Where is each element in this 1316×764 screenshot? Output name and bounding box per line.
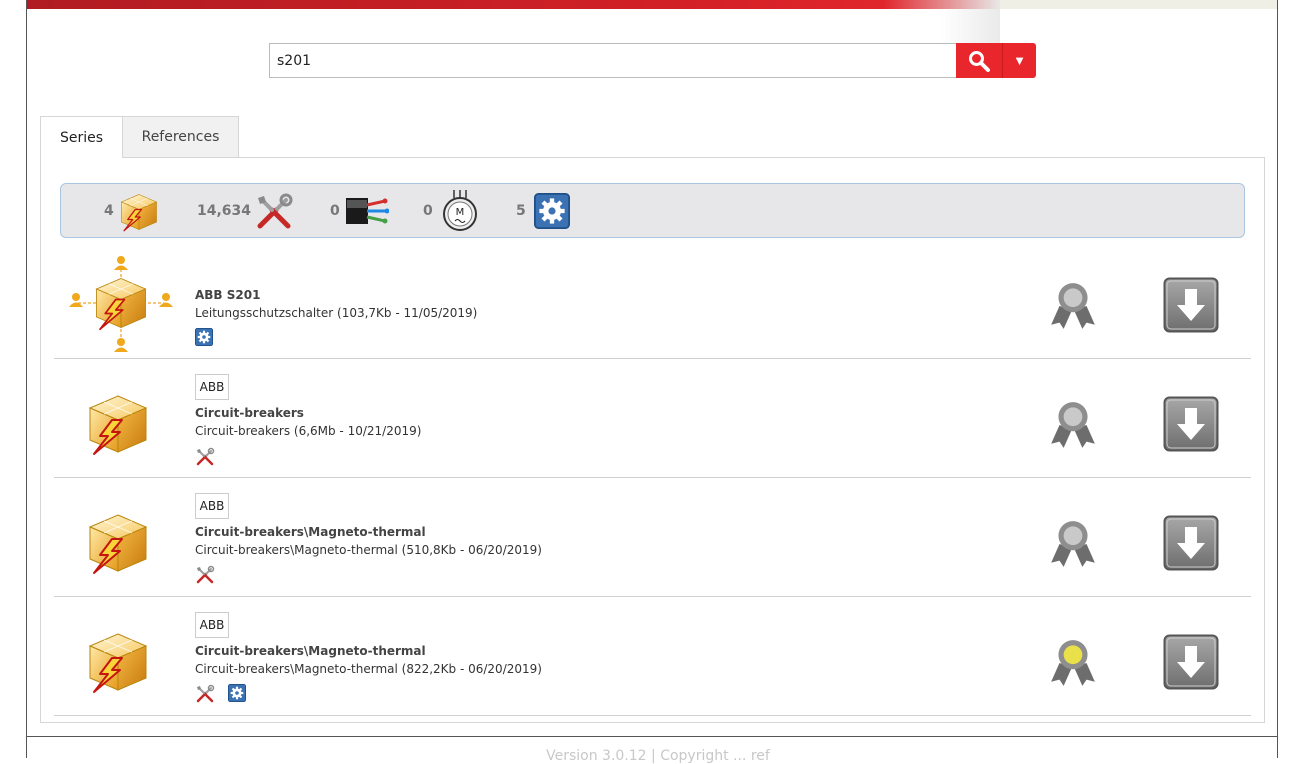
result-subtitle: Leitungsschutzschalter (103,7Kb - 11/05/…: [195, 306, 478, 320]
config-gear-icon[interactable]: [228, 684, 246, 702]
tools-icon[interactable]: [195, 565, 215, 585]
vendor-badge: ABB: [195, 374, 229, 400]
series-count: 4: [104, 203, 114, 219]
result-title[interactable]: ABB S201: [195, 288, 260, 302]
series-cube-icon[interactable]: [119, 192, 159, 232]
cable-icon[interactable]: [345, 195, 389, 227]
row-divider: [54, 358, 1251, 359]
config-count: 5: [516, 203, 526, 219]
award-icon[interactable]: [1047, 279, 1099, 331]
motor-count: 0: [423, 203, 433, 219]
award-icon[interactable]: [1047, 517, 1099, 569]
config-gear-icon[interactable]: [195, 328, 213, 346]
frame-right-border: [1277, 0, 1278, 758]
config-gear-icon[interactable]: [534, 193, 570, 229]
series-cube-hub-icon: [69, 256, 173, 352]
series-cube-icon: [86, 630, 150, 694]
result-subtitle: Circuit-breakers\Magneto-thermal (822,2K…: [195, 662, 542, 676]
tab-series[interactable]: Series: [40, 116, 123, 158]
search-button[interactable]: [956, 43, 1002, 78]
search-options-button[interactable]: ▼: [1002, 43, 1036, 78]
download-button[interactable]: [1163, 396, 1219, 452]
footer-divider: [27, 736, 1278, 737]
frame-left-border: [26, 0, 27, 758]
cable-count: 0: [330, 203, 340, 219]
award-gold-icon[interactable]: [1047, 636, 1099, 688]
result-subtitle: Circuit-breakers (6,6Mb - 10/21/2019): [195, 424, 422, 438]
tools-icon[interactable]: [195, 447, 215, 467]
award-icon[interactable]: [1047, 398, 1099, 450]
result-title[interactable]: Circuit-breakers\Magneto-thermal: [195, 644, 426, 658]
tab-series-label: Series: [59, 129, 104, 146]
caret-down-icon: ▼: [1013, 53, 1026, 68]
tools-icon[interactable]: [195, 684, 215, 704]
vendor-badge: ABB: [195, 612, 229, 638]
row-divider: [54, 477, 1251, 478]
header-right-strip: [1000, 0, 1277, 9]
row-divider: [54, 715, 1251, 716]
motor-icon[interactable]: M: [441, 188, 479, 232]
tools-icon[interactable]: [254, 192, 294, 232]
result-subtitle: Circuit-breakers\Magneto-thermal (510,8K…: [195, 543, 542, 557]
tools-count: 14,634: [197, 203, 252, 219]
result-title[interactable]: Circuit-breakers: [195, 406, 304, 420]
header-bar: [27, 0, 1000, 9]
footer-version: Version 3.0.12 | Copyright ... ref: [546, 748, 770, 764]
tab-references[interactable]: References: [122, 116, 239, 158]
download-button[interactable]: [1163, 515, 1219, 571]
result-title[interactable]: Circuit-breakers\Magneto-thermal: [195, 525, 426, 539]
vendor-badge: ABB: [195, 493, 229, 519]
download-button[interactable]: [1163, 277, 1219, 333]
search-icon: [969, 50, 990, 72]
svg-text:M: M: [456, 207, 465, 218]
download-button[interactable]: [1163, 634, 1219, 690]
series-cube-icon: [86, 511, 150, 575]
tab-references-label: References: [141, 129, 220, 145]
series-cube-icon: [86, 392, 150, 456]
search-input[interactable]: [269, 43, 957, 78]
row-divider: [54, 596, 1251, 597]
